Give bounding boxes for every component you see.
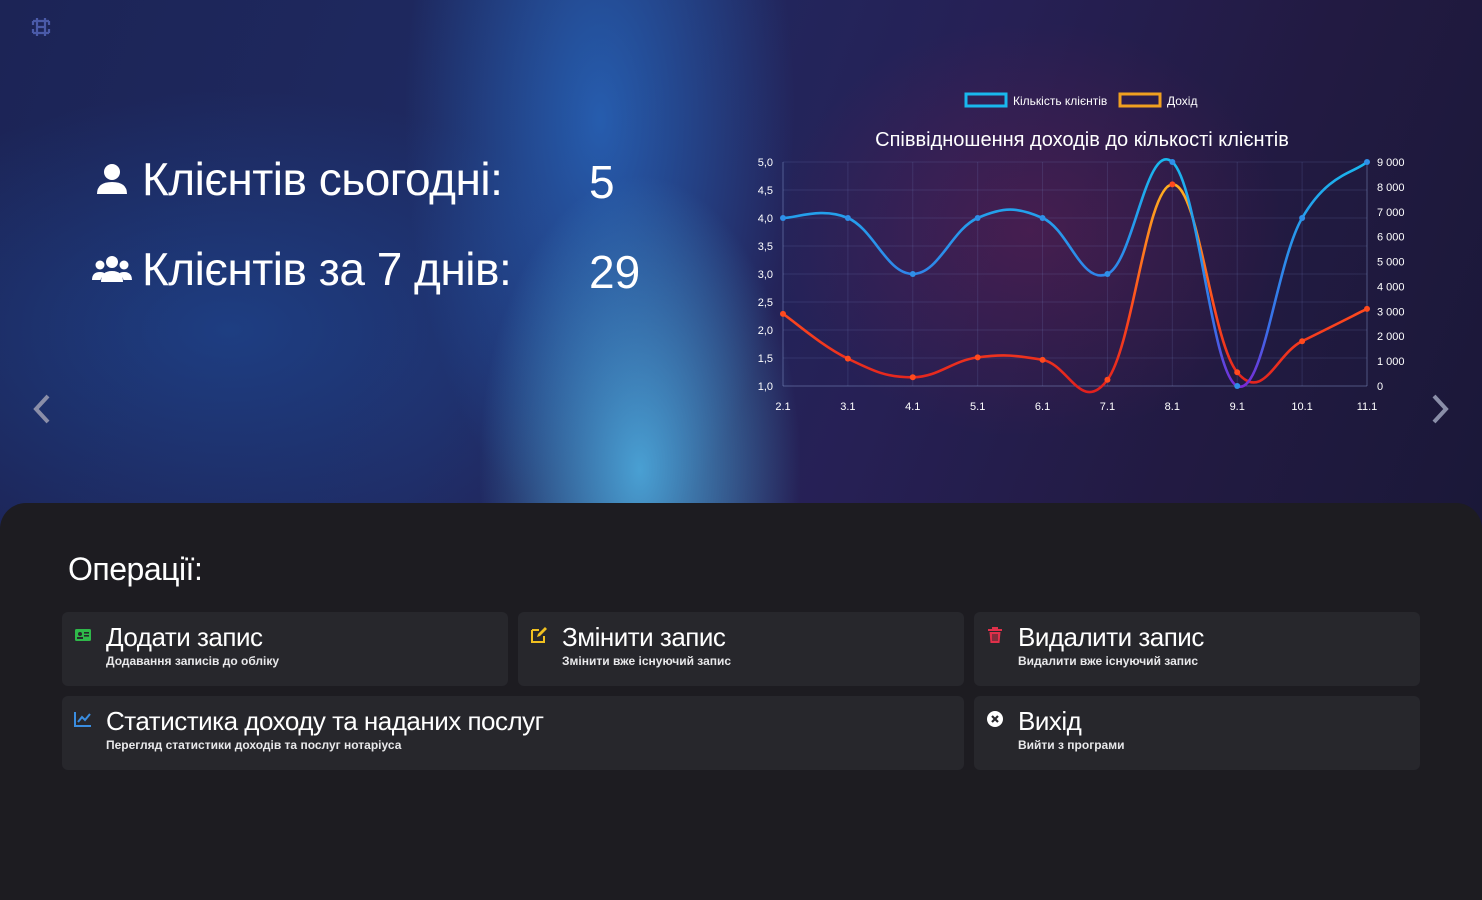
stat-today-label: Клієнтів сьогодні:: [142, 153, 503, 205]
stat-week-label: Клієнтів за 7 днів:: [142, 243, 512, 295]
add-record-desc: Додавання записів до обліку: [106, 654, 280, 668]
delete-record-button[interactable]: Видалити запис Видалити вже існуючий зап…: [974, 612, 1420, 686]
data-point-income: [909, 374, 916, 381]
data-point-income: [844, 355, 851, 362]
statistics-title: Статистика доходу та наданих послуг: [106, 706, 544, 736]
x-tick: 9.1: [1230, 401, 1245, 413]
edit-record-title: Змінити запис: [562, 622, 726, 652]
trash-icon: [988, 627, 1002, 643]
y-left-tick: 2,5: [758, 297, 773, 309]
data-point-clients: [1104, 271, 1111, 277]
x-tick: 5.1: [970, 401, 985, 413]
add-record-title: Додати запис: [106, 622, 263, 652]
y-left-tick: 4,0: [758, 213, 773, 225]
chart-line-icon: [74, 712, 91, 727]
legend-label: Кількість клієнтів: [1013, 94, 1107, 108]
users-icon: [92, 249, 132, 289]
user-icon: [92, 159, 132, 199]
x-tick: 8.1: [1165, 401, 1180, 413]
y-right-tick: 1 000: [1377, 356, 1405, 368]
chart-title: Співвідношення доходів до кількості кліє…: [875, 129, 1289, 151]
income-clients-chart: Співвідношення доходів до кількості кліє…: [758, 92, 1405, 413]
y-right-tick: 0: [1377, 381, 1383, 393]
stat-week-value: 29: [589, 246, 641, 298]
y-right-tick: 6 000: [1377, 232, 1405, 244]
add-record-button[interactable]: Додати запис Додавання записів до обліку: [62, 612, 508, 686]
x-tick: 7.1: [1100, 401, 1115, 413]
x-tick: 4.1: [905, 401, 920, 413]
statistics-button[interactable]: Статистика доходу та наданих послуг Пере…: [62, 696, 964, 770]
data-point-income: [1104, 376, 1111, 383]
y-right-tick: 9 000: [1377, 157, 1405, 169]
y-left-tick: 4,5: [758, 185, 773, 197]
data-point-clients: [1169, 159, 1176, 165]
operations-panel: Операції: Додати запис Додавання записів…: [0, 503, 1482, 900]
x-tick: 2.1: [775, 401, 790, 413]
chevron-right-icon[interactable]: [1428, 392, 1452, 426]
exit-desc: Вийти з програми: [1018, 738, 1125, 752]
series-line-clients: [782, 158, 1368, 388]
edit-icon: [531, 627, 547, 643]
y-left-tick: 2,0: [758, 325, 773, 337]
legend-swatch: [964, 92, 1008, 108]
x-tick: 11.1: [1357, 401, 1378, 413]
y-right-tick: 4 000: [1377, 281, 1405, 293]
y-right-tick: 7 000: [1377, 207, 1405, 219]
statistics-desc: Перегляд статистики доходів та послуг но…: [106, 738, 402, 752]
exit-title: Вихід: [1018, 706, 1082, 736]
data-point-income: [1234, 369, 1241, 376]
data-point-income: [1299, 338, 1306, 345]
data-point-income: [1364, 305, 1370, 312]
chevron-left-icon[interactable]: [30, 392, 54, 426]
data-point-income: [974, 354, 981, 361]
data-point-income: [780, 310, 786, 317]
data-point-clients: [909, 271, 916, 277]
y-left-tick: 3,5: [758, 241, 773, 253]
data-point-clients: [780, 215, 786, 221]
y-left-tick: 3,0: [758, 269, 773, 281]
id-card-icon: [75, 629, 91, 641]
network-logo-icon[interactable]: [28, 14, 54, 40]
y-left-tick: 5,0: [758, 157, 773, 169]
operations-title: Операції:: [68, 551, 203, 587]
data-point-clients: [1299, 215, 1306, 221]
x-tick: 3.1: [840, 401, 855, 413]
data-point-clients: [1039, 215, 1046, 221]
delete-record-desc: Видалити вже існуючий запис: [1018, 654, 1199, 668]
data-point-clients: [844, 215, 851, 221]
exit-button[interactable]: Вихід Вийти з програми: [974, 696, 1420, 770]
hero-carousel: Клієнтів сьогодні: 5 Клієнтів за 7 днів:…: [0, 0, 1482, 540]
data-point-income: [1039, 356, 1046, 363]
y-right-tick: 3 000: [1377, 306, 1405, 318]
y-left-tick: 1,0: [758, 381, 773, 393]
data-point-clients: [1234, 383, 1241, 389]
edit-record-button[interactable]: Змінити запис Змінити вже існуючий запис: [518, 612, 964, 686]
edit-record-desc: Змінити вже існуючий запис: [562, 654, 732, 668]
stat-today-value: 5: [589, 156, 615, 208]
legend-swatch: [1118, 92, 1162, 108]
data-point-clients: [1364, 159, 1370, 165]
y-left-tick: 1,5: [758, 353, 773, 365]
stat-clients-today: Клієнтів сьогодні:: [92, 152, 503, 206]
y-right-tick: 5 000: [1377, 257, 1405, 269]
x-tick: 6.1: [1035, 401, 1050, 413]
delete-record-title: Видалити запис: [1018, 622, 1204, 652]
data-point-income: [1169, 181, 1176, 188]
y-right-tick: 8 000: [1377, 182, 1405, 194]
close-circle-icon: [987, 711, 1003, 727]
y-right-tick: 2 000: [1377, 331, 1405, 343]
legend-label: Дохід: [1167, 94, 1197, 108]
x-tick: 10.1: [1291, 401, 1312, 413]
data-point-clients: [974, 215, 981, 221]
stat-clients-week: Клієнтів за 7 днів:: [92, 242, 512, 296]
